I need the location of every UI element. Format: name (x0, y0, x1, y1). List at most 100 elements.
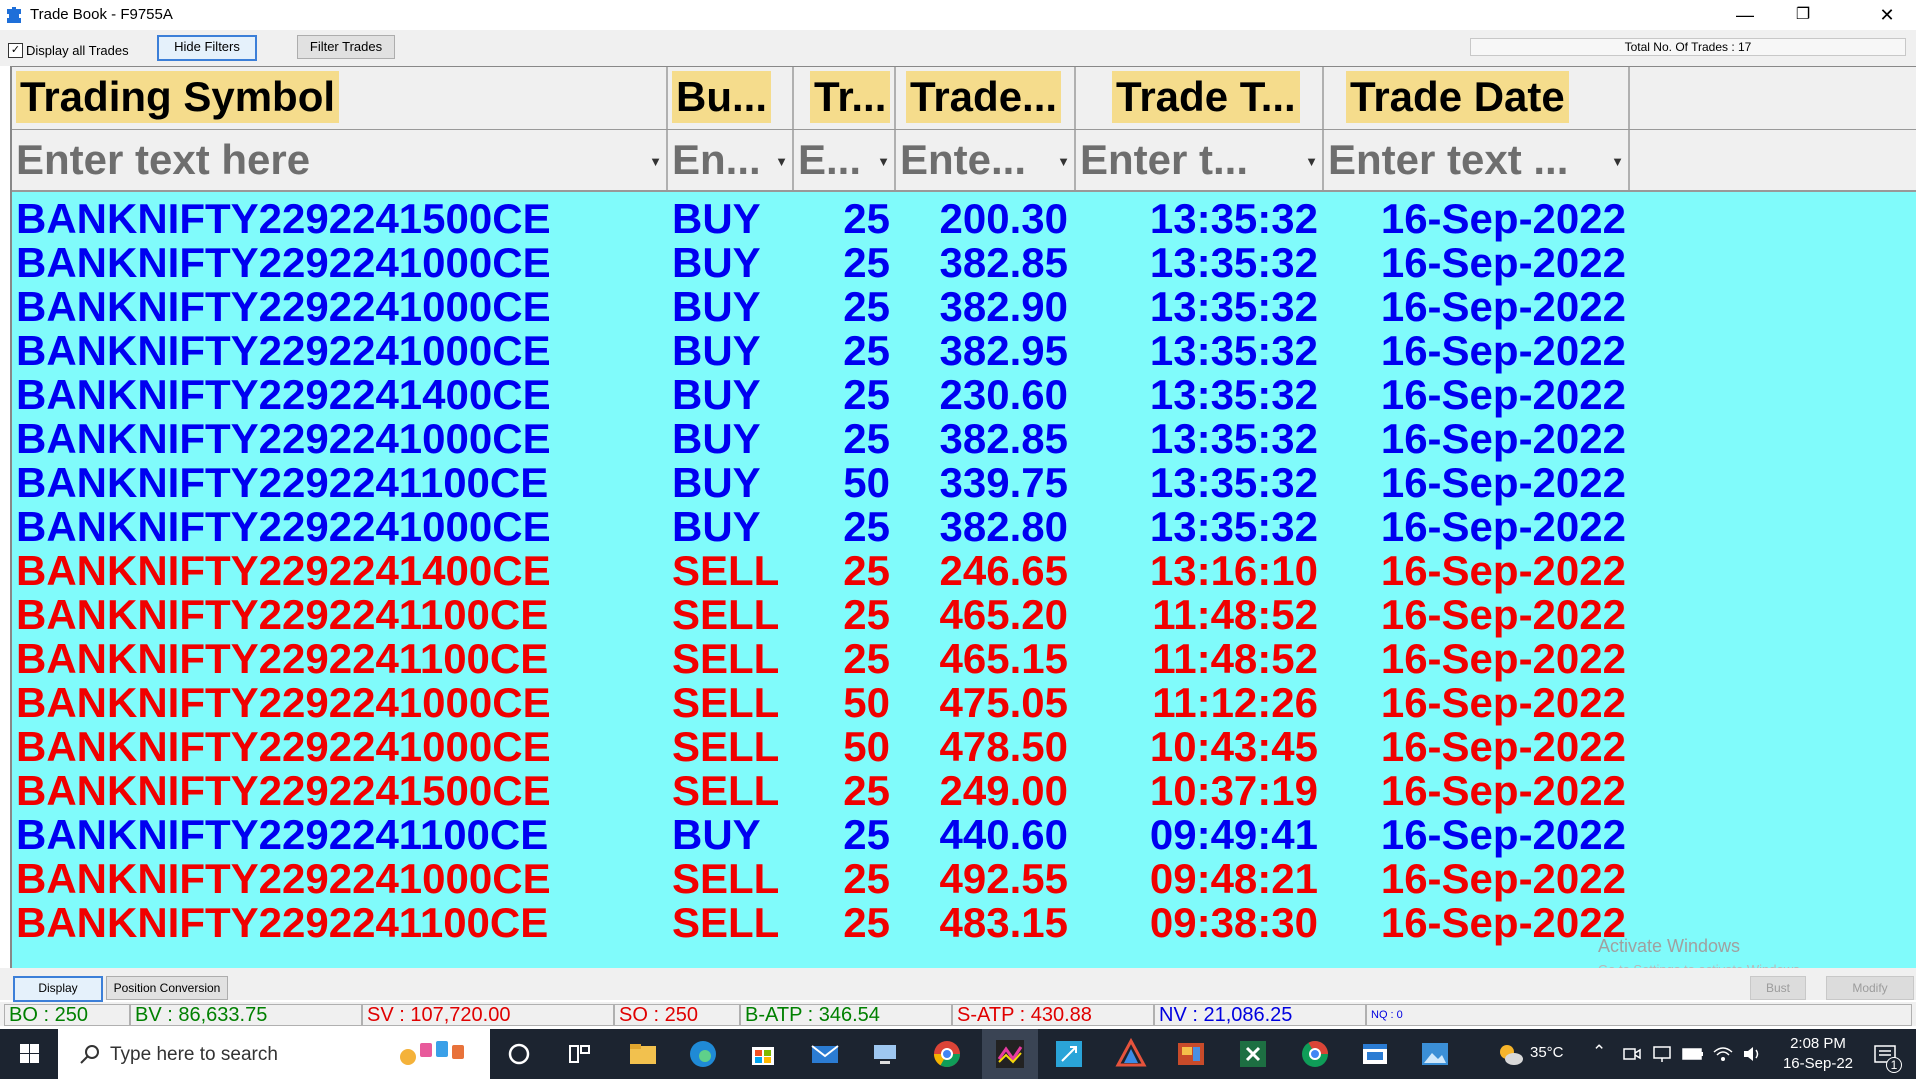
filter-input[interactable]: Enter t... (1080, 136, 1248, 184)
table-row[interactable]: BANKNIFTY2292241100CE BUY 25 440.60 09:49:41… (12, 813, 1916, 857)
column-header-trade-date[interactable]: Trade Date (1324, 67, 1630, 129)
column-header-trading-symbol[interactable]: Trading Symbol (12, 67, 668, 129)
funnel-icon[interactable]: ▼ (775, 154, 788, 169)
chrome-profile-icon[interactable] (1298, 1037, 1332, 1071)
status-buy-value: BV : 86,633.75 (130, 1004, 362, 1026)
filter-trades-button[interactable]: Filter Trades (297, 35, 395, 59)
arc-icon[interactable] (1114, 1037, 1148, 1071)
display-button[interactable]: Display (13, 976, 103, 1002)
filter-input[interactable]: E... (798, 136, 861, 184)
media-player-icon[interactable] (1174, 1037, 1208, 1071)
header-label: Trade... (906, 71, 1062, 123)
filter-input[interactable]: En... (672, 136, 761, 184)
funnel-icon[interactable]: ▼ (1611, 154, 1624, 169)
cell-side: SELL (672, 635, 780, 682)
column-header-trade-time[interactable]: Trade T... (1076, 67, 1324, 129)
toolbar: ✓ Display all Trades Hide Filters Filter… (0, 30, 1916, 66)
header-label: Trade Date (1346, 71, 1569, 123)
header-label: Tr... (810, 71, 891, 123)
cell-date: 16-Sep-2022 (1380, 371, 1626, 418)
modify-button[interactable]: Modify (1826, 976, 1914, 1000)
meet-now-icon[interactable] (1622, 1044, 1642, 1064)
trading-app-taskbar-button[interactable] (982, 1029, 1038, 1079)
table-row[interactable]: BANKNIFTY2292241100CE BUY 50 339.75 13:35:32… (12, 461, 1916, 505)
cell-price: 339.75 (939, 459, 1068, 506)
status-net-value: NV : 21,086.25 (1154, 1004, 1366, 1026)
weather-sun-icon[interactable] (1496, 1041, 1524, 1067)
cell-price: 483.15 (939, 899, 1068, 946)
tray-date[interactable]: 16-Sep-22 (1766, 1055, 1870, 1072)
battery-icon[interactable] (1682, 1045, 1704, 1063)
table-row[interactable]: BANKNIFTY2292241400CE SELL 25 246.65 13:16:1… (12, 549, 1916, 593)
close-button[interactable]: ✕ (1858, 0, 1916, 30)
display-all-trades-checkbox[interactable]: ✓ Display all Trades (8, 43, 129, 58)
tray-time[interactable]: 2:08 PM (1766, 1035, 1870, 1052)
excel-icon[interactable] (1236, 1037, 1270, 1071)
funnel-icon[interactable]: ▼ (1305, 154, 1318, 169)
trade-grid[interactable]: Trading Symbol Bu... Tr... Trade... Trad… (10, 66, 1916, 969)
table-row[interactable]: BANKNIFTY2292241000CE BUY 25 382.90 13:35:32… (12, 285, 1916, 329)
app-window-icon[interactable] (1358, 1037, 1392, 1071)
filter-trade-time[interactable]: Enter t... ▼ (1076, 130, 1324, 190)
edge-icon[interactable] (686, 1037, 720, 1071)
cell-side: BUY (672, 811, 761, 858)
filter-input[interactable]: Ente... (900, 136, 1026, 184)
photos-icon[interactable] (1418, 1037, 1452, 1071)
title-bar: Trade Book - F9755A — ❐ ✕ (0, 0, 1916, 30)
table-row[interactable]: BANKNIFTY2292241000CE SELL 50 475.05 11:12:2… (12, 681, 1916, 725)
funnel-icon[interactable]: ▼ (1057, 154, 1070, 169)
filter-buy-sell[interactable]: En... ▼ (668, 130, 794, 190)
wifi-icon[interactable] (1712, 1044, 1734, 1064)
cell-price: 465.15 (939, 635, 1068, 682)
hide-filters-button[interactable]: Hide Filters (157, 35, 257, 61)
snipping-tool-icon[interactable] (1052, 1037, 1086, 1071)
cell-time: 13:35:32 (1149, 239, 1318, 286)
store-icon[interactable] (746, 1037, 780, 1071)
filter-trade-price[interactable]: Ente... ▼ (896, 130, 1076, 190)
cell-time: 13:16:10 (1149, 547, 1318, 594)
table-row[interactable]: BANKNIFTY2292241500CE BUY 25 200.30 13:35:32… (12, 197, 1916, 241)
table-row[interactable]: BANKNIFTY2292241400CE BUY 25 230.60 13:35:32… (12, 373, 1916, 417)
checkbox-check-icon[interactable]: ✓ (8, 43, 23, 58)
filter-trade-date[interactable]: Enter text ... ▼ (1324, 130, 1630, 190)
table-row[interactable]: BANKNIFTY2292241000CE BUY 25 382.95 13:35:32… (12, 329, 1916, 373)
cortana-icon[interactable] (502, 1037, 536, 1071)
table-row[interactable]: BANKNIFTY2292241100CE SELL 25 465.20 11:48:5… (12, 593, 1916, 637)
mail-icon[interactable] (808, 1037, 842, 1071)
taskbar-search-box[interactable]: Type here to search (58, 1029, 490, 1079)
funnel-icon[interactable]: ▼ (877, 154, 890, 169)
table-row[interactable]: BANKNIFTY2292241000CE BUY 25 382.85 13:35:32… (12, 417, 1916, 461)
maximize-button[interactable]: ❐ (1774, 0, 1832, 30)
minimize-button[interactable]: — (1716, 0, 1774, 30)
cell-price: 478.50 (939, 723, 1068, 770)
table-row[interactable]: BANKNIFTY2292241000CE BUY 25 382.85 13:35:32… (12, 241, 1916, 285)
volume-icon[interactable] (1742, 1044, 1764, 1064)
column-header-buy-sell[interactable]: Bu... (668, 67, 794, 129)
file-explorer-icon[interactable] (626, 1037, 660, 1071)
column-header-trade-price[interactable]: Trade... (896, 67, 1076, 129)
column-header-trade-qty[interactable]: Tr... (794, 67, 896, 129)
remote-desktop-icon[interactable] (868, 1037, 902, 1071)
filter-input[interactable]: Enter text ... (1328, 136, 1568, 184)
table-row[interactable]: BANKNIFTY2292241000CE SELL 25 492.55 09:48:2… (12, 857, 1916, 901)
filter-trading-symbol[interactable]: Enter text here ▼ (12, 130, 668, 190)
notification-count: 1 (1886, 1057, 1902, 1073)
network-icon[interactable] (1652, 1044, 1672, 1064)
filter-trade-qty[interactable]: E... ▼ (794, 130, 896, 190)
start-icon[interactable] (0, 1029, 58, 1079)
cell-qty: 50 (843, 723, 890, 770)
cell-symbol: BANKNIFTY2292241000CE (16, 855, 551, 902)
table-row[interactable]: BANKNIFTY2292241500CE SELL 25 249.00 10:37:1… (12, 769, 1916, 813)
table-row[interactable]: BANKNIFTY2292241000CE SELL 50 478.50 10:43:4… (12, 725, 1916, 769)
chrome-icon[interactable] (930, 1037, 964, 1071)
table-row[interactable]: BANKNIFTY2292241000CE BUY 25 382.80 13:35:32… (12, 505, 1916, 549)
position-conversion-button[interactable]: Position Conversion (106, 976, 228, 1000)
table-row[interactable]: BANKNIFTY2292241100CE SELL 25 465.15 11:48:5… (12, 637, 1916, 681)
bust-button[interactable]: Bust (1750, 976, 1806, 1000)
tray-chevron-icon[interactable]: ⌃ (1592, 1042, 1606, 1062)
funnel-icon[interactable]: ▼ (649, 154, 662, 169)
cell-side: BUY (672, 327, 761, 374)
weather-temp[interactable]: 35°C (1530, 1044, 1564, 1061)
filter-input[interactable]: Enter text here (16, 136, 310, 184)
task-view-icon[interactable] (562, 1037, 596, 1071)
